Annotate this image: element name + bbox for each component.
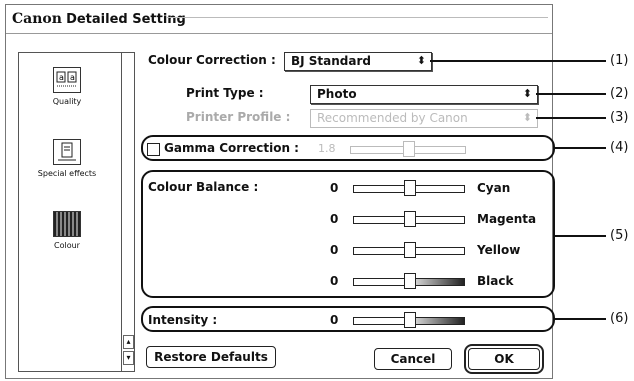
callout-leader-4 [553, 147, 606, 149]
print-type-label: Print Type : [186, 86, 264, 100]
colour-correction-popup[interactable]: BJ Standard ⬍ [284, 52, 432, 71]
popup-arrows-icon: ⬍ [416, 54, 426, 67]
title-bar[interactable]: Canon Detailed Setting [6, 5, 552, 34]
canon-logo: Canon [12, 11, 62, 27]
callout-leader-5 [553, 235, 606, 237]
colour-correction-label: Colour Correction : [148, 53, 276, 67]
svg-text:a: a [70, 73, 75, 82]
callout-leader-2 [536, 93, 606, 95]
callout-leader-6 [553, 318, 606, 320]
sidebar-scrollbar[interactable]: ▴ ▾ [121, 53, 134, 371]
category-sidebar: a a Quality Special effects Colour ▴ ▾ [18, 52, 135, 372]
printer-profile-label: Printer Profile : [186, 110, 291, 124]
callout-box-5 [141, 170, 555, 298]
svg-text:a: a [59, 73, 64, 82]
ok-button[interactable]: OK [464, 344, 544, 374]
printer-profile-popup: Recommended by Canon ⬍ [310, 109, 538, 128]
scroll-down-icon[interactable]: ▾ [123, 351, 134, 365]
sidebar-item-colour[interactable]: Colour [19, 211, 115, 250]
sidebar-item-label: Colour [54, 241, 80, 250]
callout-box-6 [141, 306, 555, 332]
sidebar-item-label: Special effects [37, 169, 97, 178]
popup-arrows-icon: ⬍ [522, 111, 532, 124]
scroll-up-icon[interactable]: ▴ [123, 335, 134, 349]
window-title: Canon Detailed Setting [12, 11, 186, 27]
callout-leader-1 [430, 60, 606, 62]
callout-number-1: (1) [610, 53, 629, 68]
callout-box-4 [141, 135, 555, 161]
title-bar-stripes [166, 17, 548, 18]
print-type-popup[interactable]: Photo ⬍ [310, 85, 538, 104]
colour-correction-value: BJ Standard [291, 54, 372, 68]
cancel-button[interactable]: Cancel [374, 348, 452, 370]
sidebar-item-label: Quality [52, 97, 82, 106]
printer-profile-value: Recommended by Canon [317, 111, 468, 125]
callout-number-3: (3) [610, 110, 629, 125]
callout-number-2: (2) [610, 86, 629, 101]
window-title-text: Detailed Setting [66, 12, 186, 27]
special-effects-icon [53, 139, 81, 165]
popup-arrows-icon: ⬍ [522, 87, 532, 100]
callout-leader-3 [536, 117, 606, 119]
callout-number-6: (6) [610, 311, 629, 326]
restore-defaults-button[interactable]: Restore Defaults [146, 346, 276, 368]
callout-number-5: (5) [610, 228, 629, 243]
sidebar-item-quality[interactable]: a a Quality [19, 67, 115, 106]
callout-number-4: (4) [610, 140, 629, 155]
sidebar-item-special-effects[interactable]: Special effects [19, 139, 115, 178]
colour-icon [53, 211, 81, 237]
print-type-value: Photo [317, 87, 357, 101]
quality-icon: a a [53, 67, 81, 93]
